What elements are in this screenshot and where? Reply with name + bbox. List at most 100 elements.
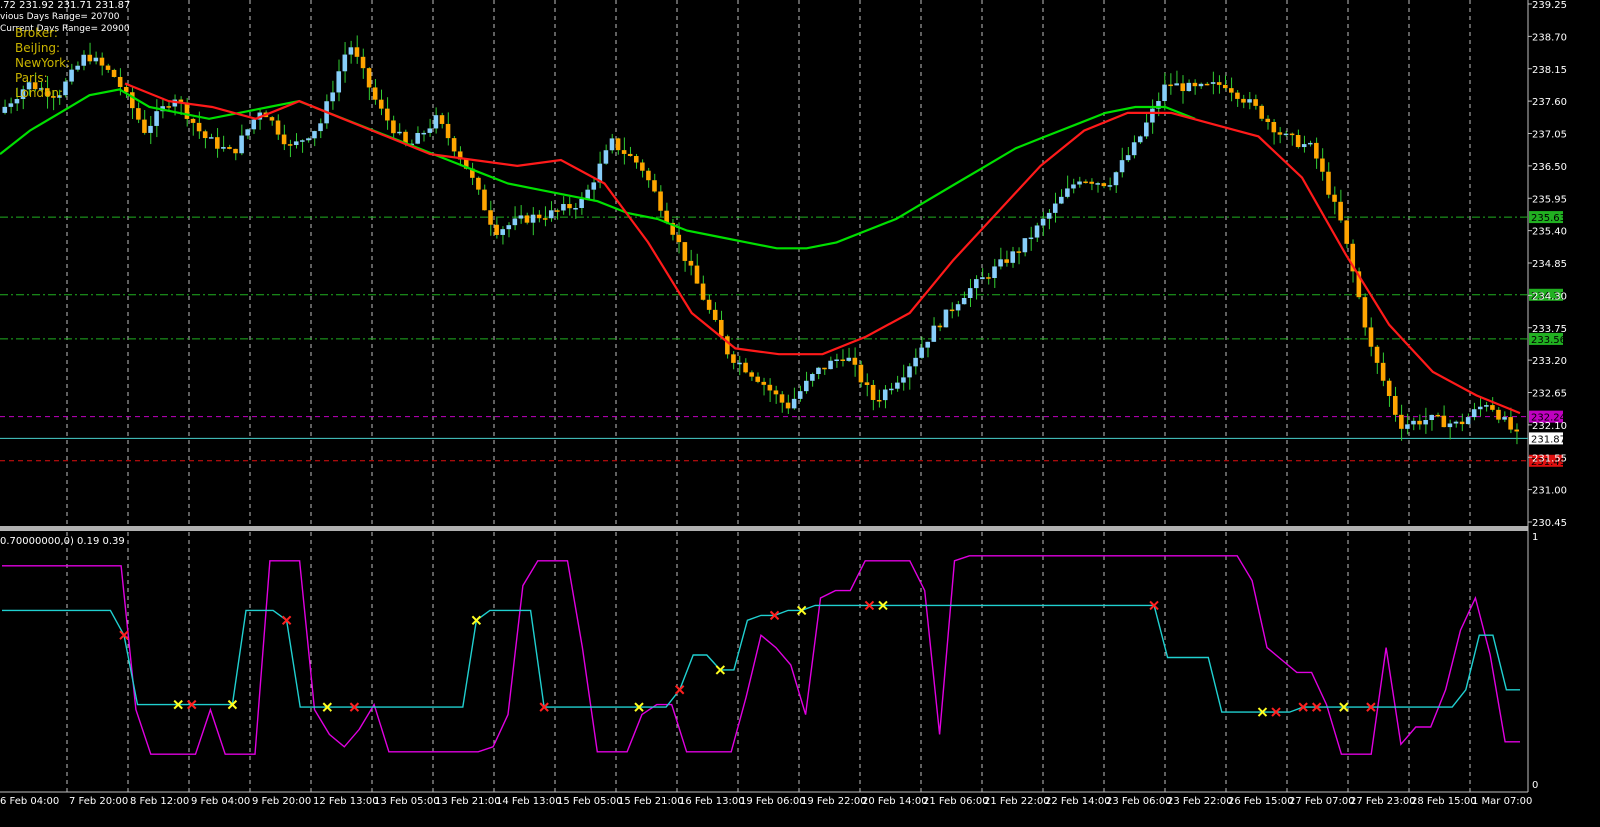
bull-candle <box>245 129 250 136</box>
session-broker: Broker: <box>15 26 58 40</box>
bear-candle <box>676 234 682 243</box>
bear-candle <box>1368 327 1374 347</box>
price-axis-label: 235.40 <box>1532 227 1567 238</box>
time-axis-label: 27 Feb 07:00 <box>1289 796 1355 807</box>
price-axis-label: 233.20 <box>1532 356 1567 367</box>
bear-candle <box>269 117 275 121</box>
bear-candle <box>111 69 117 77</box>
bear-candle <box>366 68 372 88</box>
bull-candle <box>816 367 821 375</box>
bull-candle <box>239 135 244 154</box>
bull-candle <box>63 81 68 96</box>
price-axis-label: 238.70 <box>1532 32 1567 43</box>
bear-candle <box>706 299 712 310</box>
bear-candle <box>1490 405 1495 410</box>
bull-candle <box>500 229 505 235</box>
bear-candle <box>536 214 542 219</box>
previous-range-readout: vious Days Range= 20700 <box>0 12 120 22</box>
bull-candle <box>919 347 924 358</box>
time-axis-label: 21 Feb 06:00 <box>923 796 989 807</box>
time-axis-label: 19 Feb 22:00 <box>801 796 867 807</box>
bear-candle <box>1459 421 1465 425</box>
bull-candle <box>342 54 348 72</box>
bear-candle <box>275 120 281 135</box>
bull-candle <box>992 266 997 279</box>
bear-candle <box>1216 82 1222 85</box>
bear-candle <box>767 384 773 391</box>
bull-candle <box>901 377 906 383</box>
time-axis-label: 28 Feb 15:00 <box>1411 796 1477 807</box>
bull-candle <box>1411 420 1416 425</box>
bull-candle <box>148 125 153 133</box>
bear-candle <box>451 138 457 152</box>
bear-candle <box>640 162 645 171</box>
bear-candle <box>87 54 93 62</box>
bull-candle <box>93 57 99 62</box>
time-axis-label: 14 Feb 13:00 <box>496 796 562 807</box>
bull-candle <box>421 132 427 135</box>
bear-candle <box>494 224 499 235</box>
bull-candle <box>81 54 87 66</box>
bull-candle <box>810 374 815 381</box>
bear-candle <box>1192 82 1198 87</box>
bear-candle <box>196 122 202 132</box>
bear-candle <box>1277 132 1283 135</box>
bear-candle <box>761 381 767 385</box>
bear-candle <box>488 210 493 225</box>
bull-candle <box>1198 83 1204 87</box>
bull-candle <box>330 92 335 102</box>
bull-candle <box>889 388 894 391</box>
bear-candle <box>555 210 560 212</box>
bear-candle <box>1083 181 1088 184</box>
chart-svg: 235.63234.31233.56232.24231.87231.49 6 F… <box>0 0 1600 823</box>
bull-candle <box>1405 424 1410 429</box>
time-axis-label: 15 Feb 05:00 <box>557 796 623 807</box>
bull-candle <box>1119 160 1125 173</box>
bull-candle <box>1137 136 1143 143</box>
bear-candle <box>1399 414 1404 429</box>
bull-candle <box>427 128 433 133</box>
price-level-label: 231.87 <box>1531 434 1566 445</box>
session-london: London: <box>15 86 64 100</box>
bull-candle <box>1034 225 1040 238</box>
bear-candle <box>215 137 220 149</box>
bull-candle <box>961 297 967 305</box>
time-axis-label: 9 Feb 20:00 <box>252 796 311 807</box>
time-axis-label: 20 Feb 14:00 <box>862 796 928 807</box>
pane-separator[interactable] <box>0 526 1528 531</box>
bear-candle <box>105 65 111 70</box>
bear-candle <box>688 260 694 266</box>
chart-root: 235.63 234.31 233.56 232.24 231.87 231.49 6 F… <box>0 0 1600 823</box>
bear-candle <box>1496 409 1501 420</box>
bear-candle <box>524 215 530 223</box>
bull-candle <box>895 382 900 389</box>
bear-candle <box>694 265 700 284</box>
bear-candle <box>166 106 172 108</box>
bull-candle <box>828 360 833 370</box>
bull-candle <box>318 123 323 132</box>
bull-candle <box>1465 417 1471 425</box>
bear-candle <box>937 325 943 328</box>
bull-candle <box>1150 108 1155 123</box>
indicator-axis-label: 0 <box>1532 780 1538 791</box>
bear-candle <box>354 47 360 57</box>
time-axis-label: 16 Feb 13:00 <box>679 796 745 807</box>
bear-candle <box>949 309 955 312</box>
bull-candle <box>1010 251 1016 263</box>
bull-candle <box>1052 203 1058 213</box>
bull-candle <box>8 103 14 107</box>
bear-candle <box>840 359 846 361</box>
bear-candle <box>986 277 991 279</box>
time-axis-label: 15 Feb 21:00 <box>618 796 684 807</box>
bull-candle <box>603 150 609 164</box>
bull-candle <box>1484 405 1489 407</box>
bull-candle <box>1301 144 1307 148</box>
time-axis-label: 8 Feb 12:00 <box>130 796 189 807</box>
bull-candle <box>1174 83 1179 86</box>
bear-candle <box>755 376 760 382</box>
bull-candle <box>579 198 584 209</box>
bear-candle <box>1320 158 1325 172</box>
bull-candle <box>980 277 985 280</box>
bear-candle <box>1374 346 1380 363</box>
bear-candle <box>1338 201 1343 221</box>
